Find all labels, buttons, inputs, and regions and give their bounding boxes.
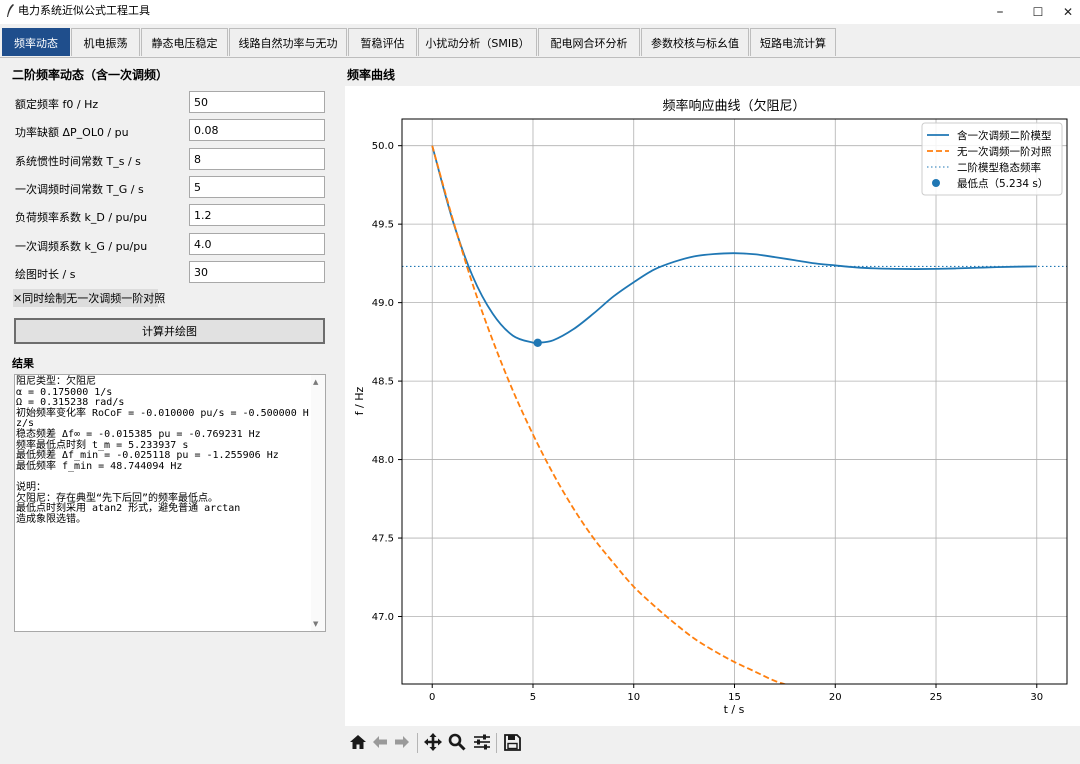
scroll-down-arrow-icon[interactable]: ▼ [313,620,318,628]
label-rated-frequency: 额定频率 f0 / Hz [15,98,99,111]
x-tick-label: 15 [728,692,741,703]
pan-move-icon[interactable] [422,731,444,753]
tab-short-circuit-current[interactable]: 短路电流计算 [750,28,836,56]
tab-distribution-loop-closing[interactable]: 配电网合环分析 [538,28,640,56]
plot-toolbar [345,726,1080,764]
tab-transient-stability[interactable]: 暂稳评估 [348,28,417,56]
window-title: 电力系统近似公式工程工具 [18,4,150,17]
tab-electromechanical-oscillation[interactable]: 机电振荡 [71,28,140,56]
legend-label: 二阶模型稳态频率 [957,161,1041,174]
plot-canvas[interactable]: 0 5 10 15 20 25 30 47.0 47.5 48.0 48.5 49.0 49.5 50.0… [345,86,1080,726]
chart-title: 频率响应曲线（欠阻尼） [662,98,805,114]
tab-static-voltage-stability[interactable]: 静态电压稳定 [141,28,228,56]
chart-legend: 含一次调频二阶模型无一次调频一阶对照二阶模型稳态频率最低点（5.234 s） [921,122,1063,196]
tab-frequency-dynamics[interactable]: 频率动态 [2,28,70,56]
x-axis-label: t / s [724,703,745,716]
feather-app-icon [7,4,14,17]
scroll-up-arrow-icon[interactable]: ▲ [313,378,318,386]
result-heading: 结果 [12,357,34,370]
label-power-deficit: 功率缺额 ΔP_OL0 / pu [15,126,129,139]
save-figure-icon[interactable] [501,731,523,753]
y-tick-label: 47.0 [372,612,394,623]
result-scrollbar[interactable]: ▲ ▼ [311,375,325,631]
governor-time-constant-input[interactable] [189,176,325,198]
label-governor-coefficient: 一次调频系数 k_G / pu/pu [15,240,148,253]
y-tick-label: 49.5 [372,220,394,231]
label-governor-time-constant: 一次调频时间常数 T_G / s [15,183,144,196]
y-tick-label: 48.0 [372,455,394,466]
label-inertia-time-constant: 系统惯性时间常数 T_s / s [15,155,141,168]
x-tick-label: 5 [530,692,536,703]
toolbar-separator [496,733,497,753]
result-textbox[interactable]: 阻尼类型：欠阻尼 α = 0.175000 1/s Ω = 0.315238 r… [14,374,326,632]
label-load-frequency-coefficient: 负荷频率系数 k_D / pu/pu [15,211,148,224]
minimize-button[interactable]: – [980,0,1020,24]
configure-subplots-icon[interactable] [471,731,493,753]
inertia-time-constant-input[interactable] [189,148,325,170]
back-arrow-icon[interactable] [369,731,391,753]
y-tick-label: 47.5 [372,534,394,545]
tab-small-signal-smib[interactable]: 小扰动分析（SMIB） [418,28,537,56]
label-plot-duration: 绘图时长 / s [15,268,76,281]
compare-first-order-checkbox[interactable]: ✕ 同时绘制无一次调频一阶对照 [13,289,165,307]
zoom-magnifier-icon[interactable] [446,731,468,753]
y-tick-label: 49.0 [372,298,394,309]
section-heading: 二阶频率动态（含一次调频） [12,68,169,82]
tab-line-natural-power[interactable]: 线路自然功率与无功 [229,28,347,56]
plot-section-heading: 频率曲线 [347,68,396,82]
compute-and-plot-button[interactable]: 计算并绘图 [14,318,325,344]
x-tick-label: 0 [429,692,435,703]
y-tick-label: 48.5 [372,377,394,388]
legend-marker [932,179,940,187]
toolbar-separator [417,733,418,753]
close-button[interactable]: ✕ [1056,0,1080,24]
power-deficit-input[interactable] [189,119,325,141]
maximize-button[interactable]: ☐ [1018,0,1058,24]
x-tick-label: 20 [829,692,842,703]
y-axis-label: f / Hz [353,386,366,415]
x-tick-label: 10 [627,692,640,703]
frequency-response-chart: 0 5 10 15 20 25 30 47.0 47.5 48.0 48.5 49.0 49.5 50.0… [353,98,1068,716]
legend-label: 最低点（5.234 s） [957,177,1048,190]
plot-duration-input[interactable] [189,261,325,283]
home-icon[interactable] [347,731,369,753]
minimum-point-marker [533,338,542,348]
legend-label: 含一次调频二阶模型 [957,129,1052,142]
y-tick-label: 50.0 [372,141,394,152]
tab-parameter-check-per-unit[interactable]: 参数校核与标幺值 [641,28,749,56]
rated-frequency-input[interactable] [189,91,325,113]
tab-bar: 频率动态 机电振荡 静态电压稳定 线路自然功率与无功 暂稳评估 小扰动分析（SM… [0,24,1080,58]
result-text: 阻尼类型：欠阻尼 α = 0.175000 1/s Ω = 0.315238 r… [16,376,309,525]
x-tick-label: 25 [930,692,943,703]
forward-arrow-icon[interactable] [391,731,413,753]
checkbox-mark: ✕ [13,291,23,305]
x-tick-label: 30 [1030,692,1043,703]
governor-coefficient-input[interactable] [189,233,325,255]
checkbox-label: 同时绘制无一次调频一阶对照 [22,292,166,305]
title-bar: 电力系统近似公式工程工具 – ☐ ✕ [0,0,1080,24]
legend-label: 无一次调频一阶对照 [957,145,1052,158]
load-frequency-coefficient-input[interactable] [189,204,325,226]
